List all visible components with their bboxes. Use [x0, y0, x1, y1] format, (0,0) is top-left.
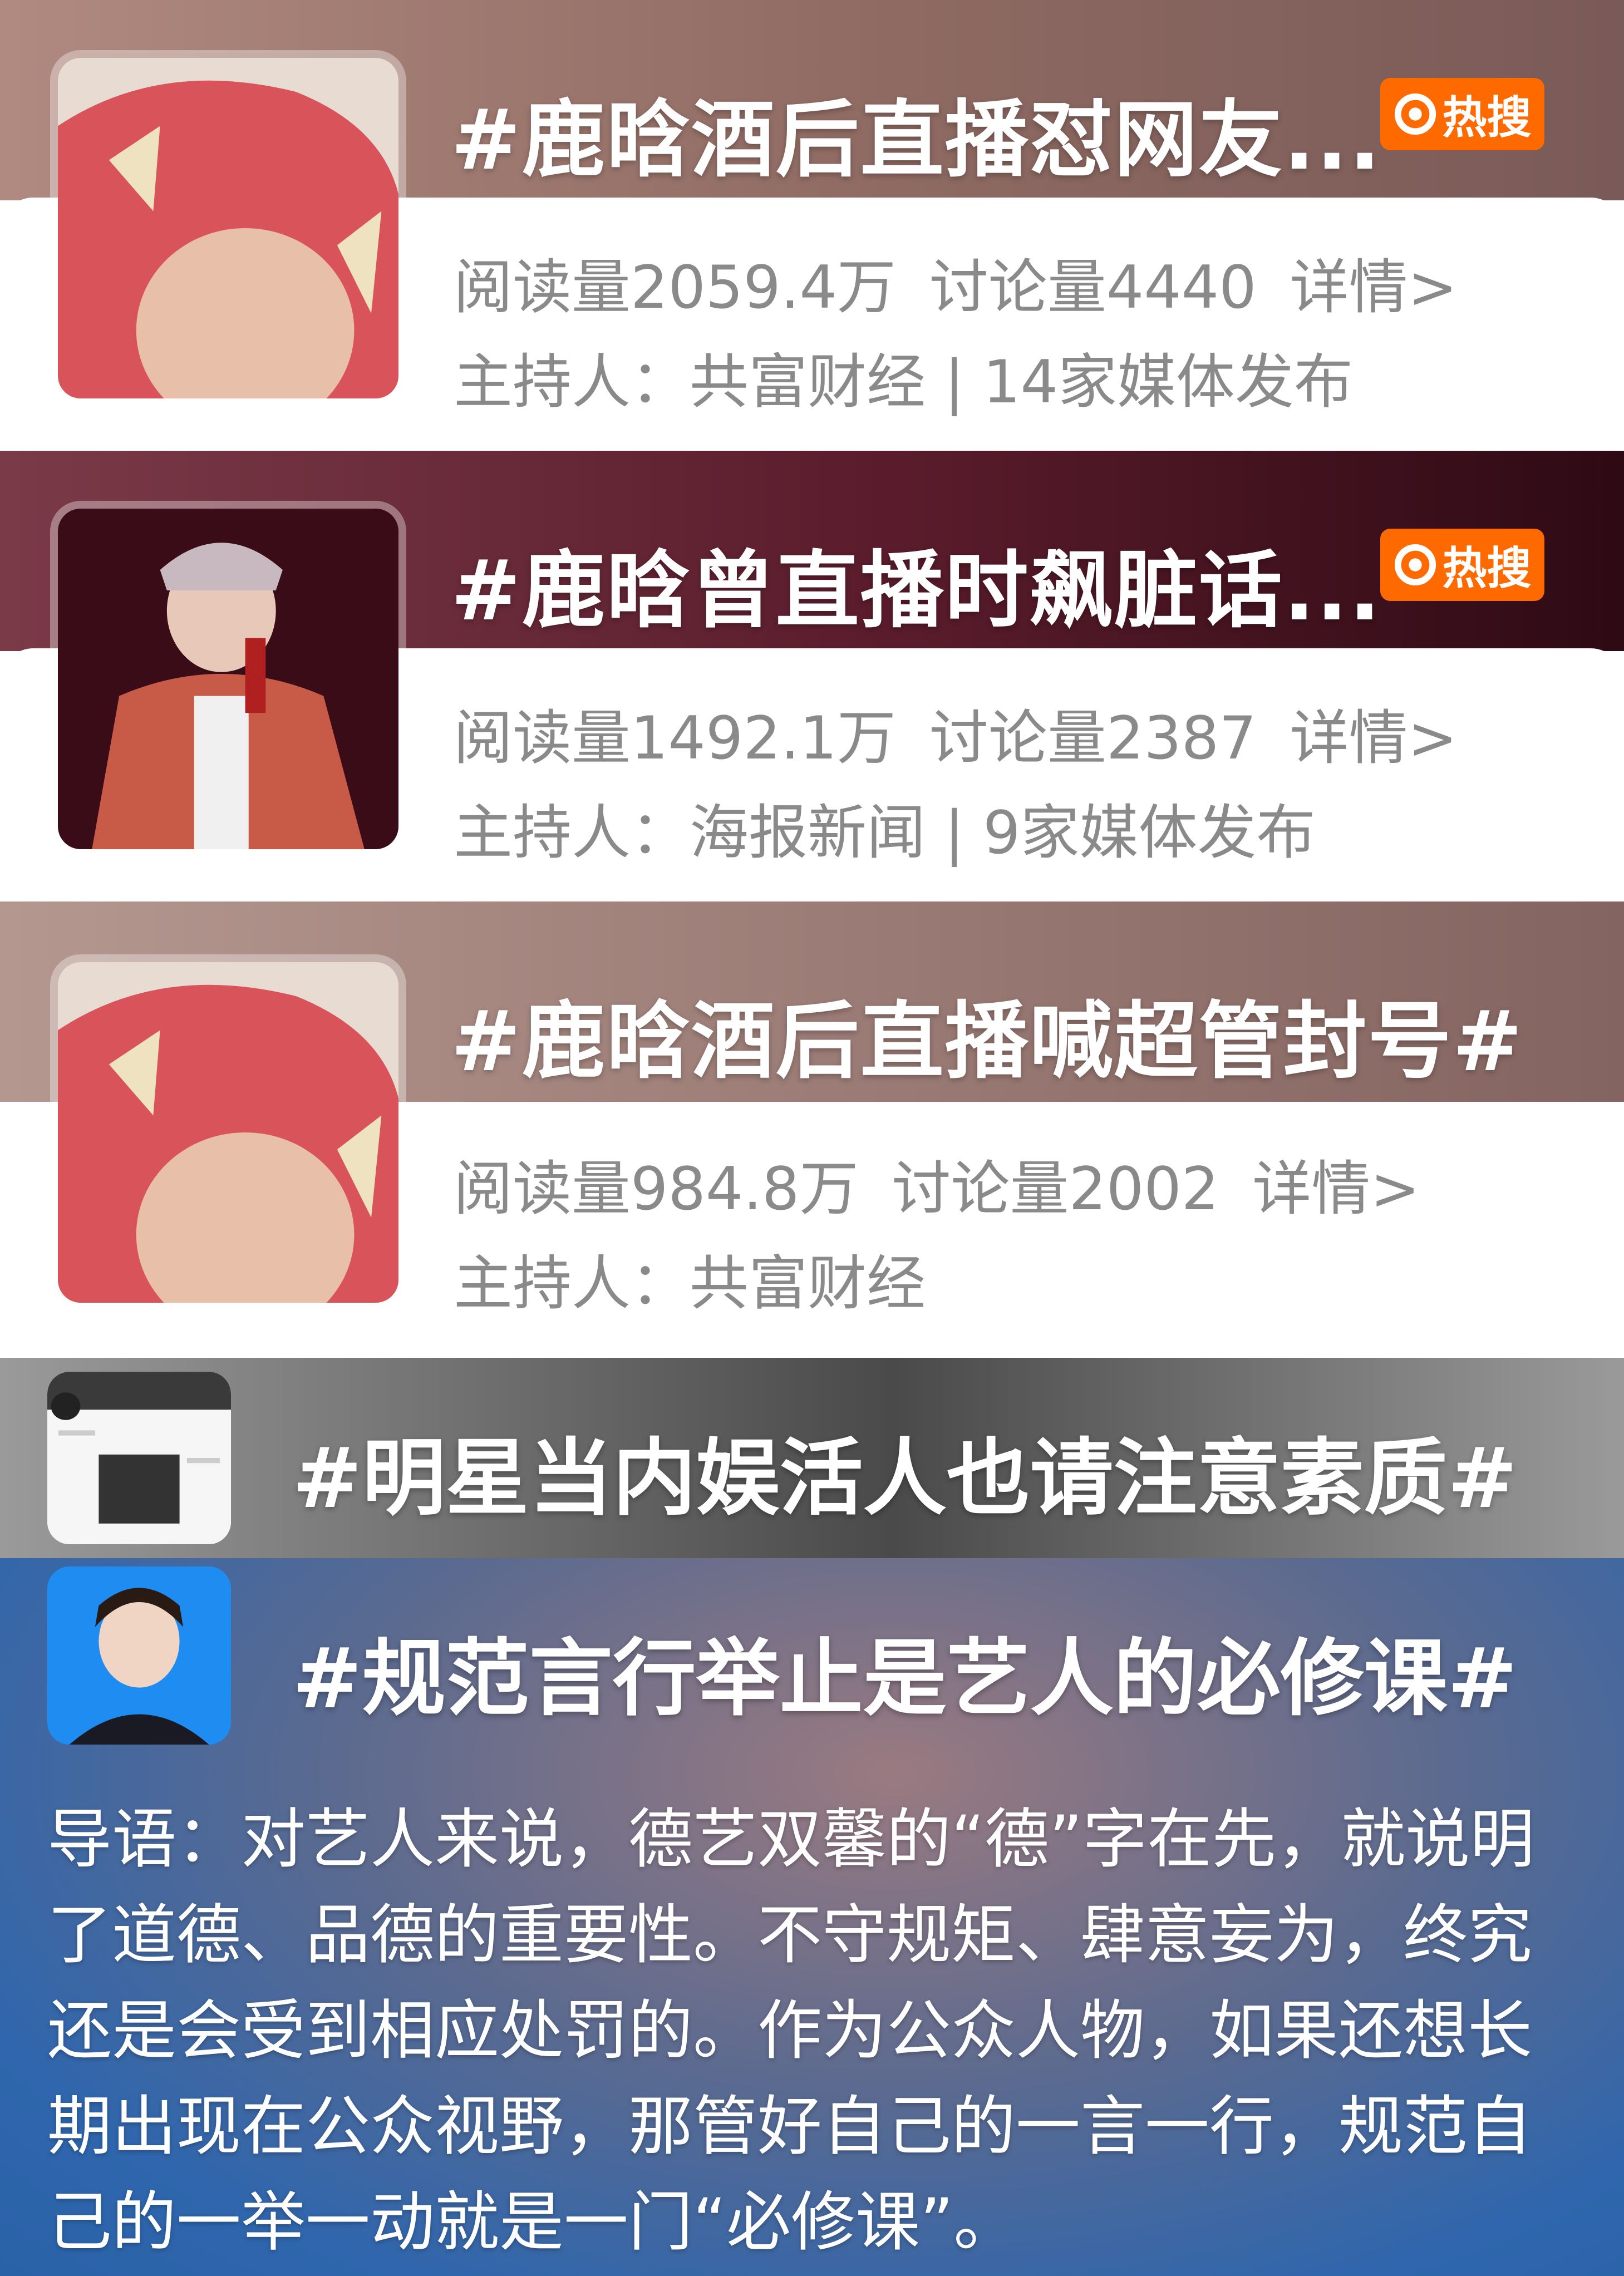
read-count: 阅读量2059.4万 [454, 253, 896, 322]
banner-title[interactable]: #明星当内娱活人也请注意素质# [292, 1411, 1517, 1531]
topic-stats: 阅读量984.8万 讨论量2002 详情> [454, 1141, 1420, 1226]
badge-label: 热搜 [1442, 543, 1532, 594]
discussion-count: 讨论量2002 [892, 1155, 1219, 1223]
banner-thumbnail[interactable] [47, 1372, 231, 1544]
topic-stats: 阅读量2059.4万 讨论量4440 详情> [454, 239, 1458, 325]
topic-host: 主持人：共富财经 [454, 1249, 926, 1318]
hot-search-badge: 热搜 [1380, 78, 1544, 150]
topic-banner-1[interactable]: #明星当内娱活人也请注意素质# [0, 1358, 1624, 1558]
intro-paragraph: 导语：对艺人来说，德艺双馨的“德”字在先，就说明了道德、品德的重要性。不守规矩、… [47, 1802, 1535, 2260]
detail-link[interactable]: 详情> [1252, 1155, 1420, 1223]
banner-thumbnail[interactable] [47, 1566, 231, 1745]
topic-card-1[interactable]: #鹿晗酒后直播怼网友... 热搜 阅读量2059.4万 讨论量4440 详情> 主持… [0, 0, 1624, 451]
topic-host: 主持人：共富财经 | 14家媒体发布 [454, 348, 1353, 416]
topic-card-2[interactable]: #鹿晗曾直播时飙脏话... 热搜 阅读量1492.1万 讨论量2387 详情> 主持… [0, 451, 1624, 901]
topic-title[interactable]: #鹿晗曾直播时飙脏话... [451, 523, 1382, 644]
topic-title[interactable]: #鹿晗酒后直播喊超管封号# [451, 974, 1523, 1095]
hot-search-badge: 热搜 [1380, 529, 1544, 601]
hot-search-icon [1394, 93, 1436, 135]
topic-title[interactable]: #鹿晗酒后直播怼网友... [451, 72, 1382, 193]
detail-link[interactable]: 详情> [1290, 704, 1458, 772]
topic-card-3[interactable]: #鹿晗酒后直播喊超管封号# 阅读量984.8万 讨论量2002 详情> 主持人：共富… [0, 901, 1624, 1358]
read-count: 阅读量1492.1万 [454, 704, 896, 772]
discussion-count: 讨论量2387 [929, 704, 1257, 772]
topic-host: 主持人：海报新闻 | 9家媒体发布 [454, 799, 1316, 867]
hot-search-icon [1394, 544, 1436, 586]
detail-link[interactable]: 详情> [1290, 253, 1458, 322]
topic-thumbnail[interactable] [50, 954, 406, 1311]
discussion-count: 讨论量4440 [929, 253, 1257, 322]
topic-thumbnail[interactable] [50, 50, 406, 406]
topic-thumbnail[interactable] [50, 501, 406, 857]
badge-label: 热搜 [1442, 92, 1532, 144]
topic-stats: 阅读量1492.1万 讨论量2387 详情> [454, 690, 1458, 776]
banner-title[interactable]: #规范言行举止是艺人的必修课# [292, 1611, 1517, 1732]
read-count: 阅读量984.8万 [454, 1155, 859, 1223]
